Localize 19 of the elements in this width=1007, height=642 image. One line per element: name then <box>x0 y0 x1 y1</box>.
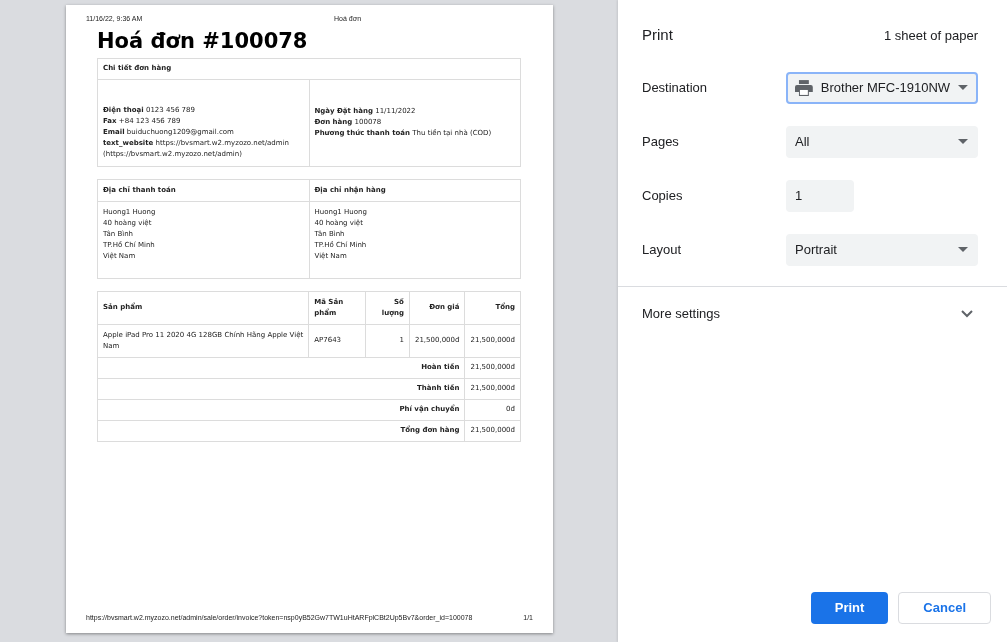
print-button[interactable]: Print <box>810 592 889 624</box>
print-title: Print <box>642 25 673 45</box>
more-settings-toggle[interactable]: More settings <box>618 286 1007 341</box>
select-dropdown[interactable]: Portrait <box>786 233 978 266</box>
caret-icon <box>958 139 968 144</box>
select-dropdown[interactable]: Brother MFC-1910NW <box>786 71 978 104</box>
select-dropdown[interactable]: All <box>786 125 978 158</box>
copies-field[interactable]: 1 <box>786 179 854 212</box>
setting-label: Copies <box>642 186 684 205</box>
caret-icon <box>958 85 968 90</box>
chevron-icon <box>961 309 973 318</box>
cancel-button[interactable]: Cancel <box>898 592 991 624</box>
caret-icon <box>958 247 968 252</box>
setting-label: Destination <box>642 78 709 97</box>
setting-label: Pages <box>642 132 680 151</box>
printer-icon <box>795 79 813 96</box>
invoice-title: Hoá đơn #100078 <box>97 27 309 55</box>
sheet-count: 1 sheet of paper <box>884 26 978 45</box>
setting-label: Layout <box>642 240 683 259</box>
